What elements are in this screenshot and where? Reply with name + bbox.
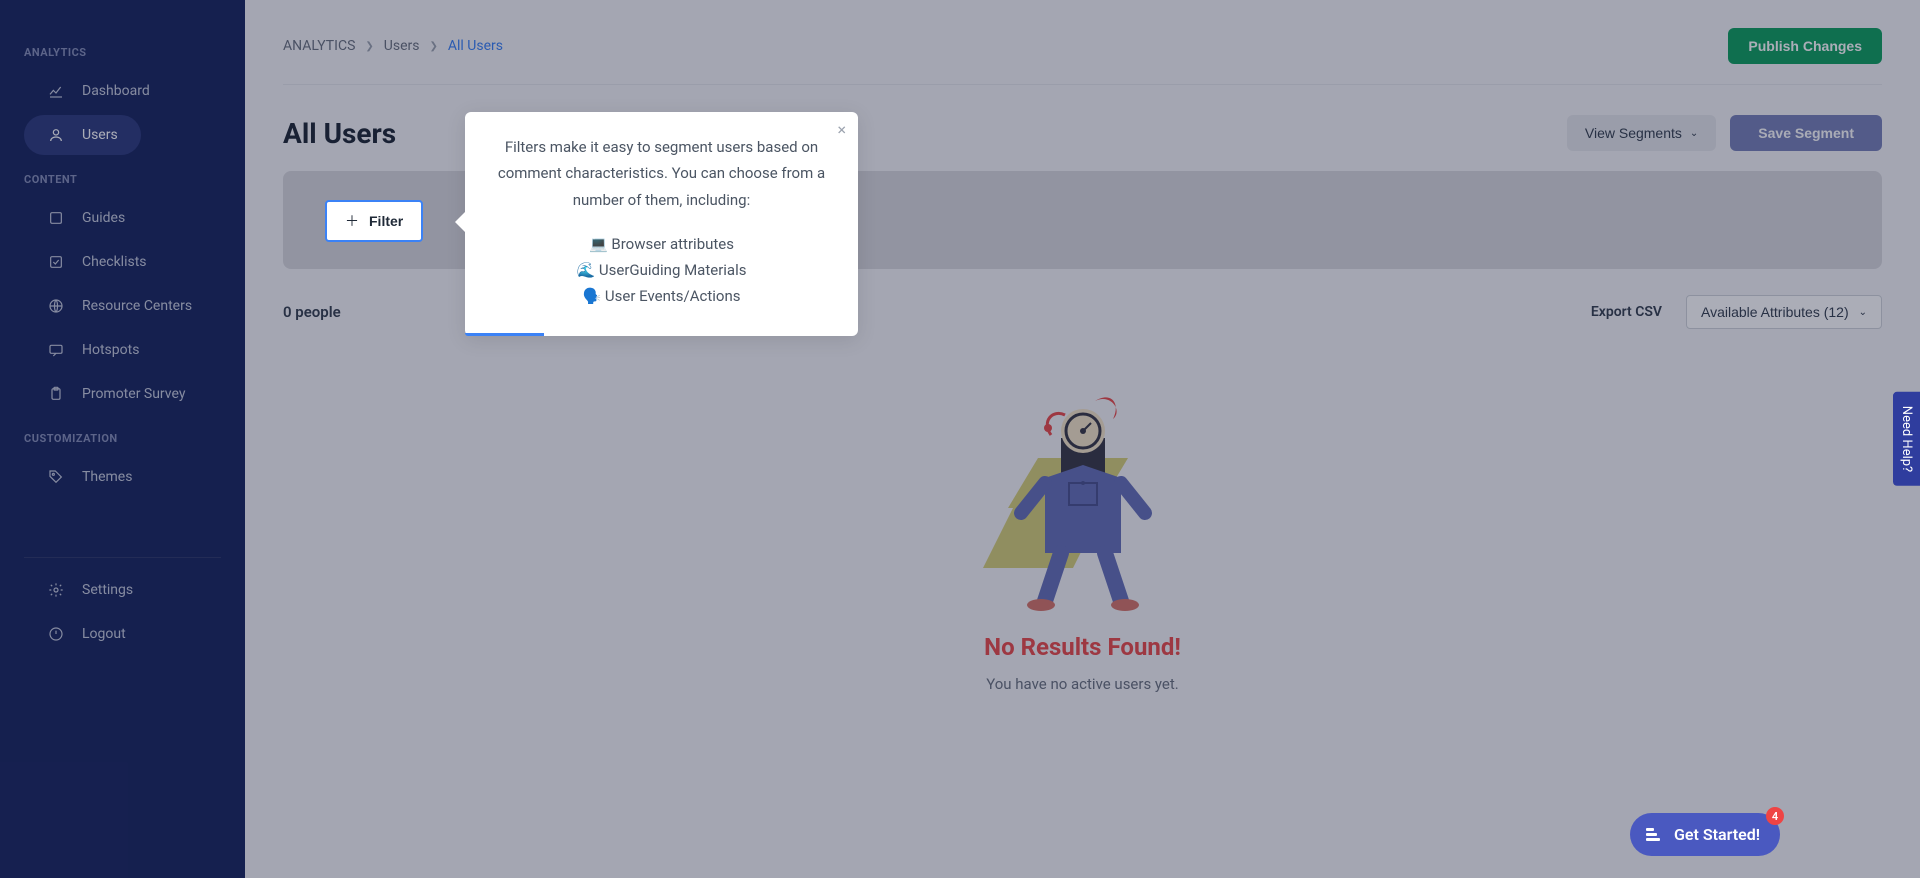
- get-started-button[interactable]: Get Started! 4: [1630, 813, 1780, 856]
- filter-label: Filter: [369, 213, 403, 229]
- get-started-label: Get Started!: [1674, 825, 1760, 844]
- onboarding-tooltip: × Filters make it easy to segment users …: [465, 112, 858, 336]
- plus-icon: ＋: [345, 211, 359, 231]
- filter-button-highlight: ＋ Filter: [325, 200, 423, 242]
- close-icon[interactable]: ×: [837, 120, 846, 139]
- need-help-tab[interactable]: Need Help?: [1893, 392, 1920, 486]
- notification-badge: 4: [1766, 807, 1784, 825]
- tooltip-item-3: 🗣️ User Events/Actions: [489, 283, 834, 309]
- tooltip-text: Filters make it easy to segment users ba…: [489, 134, 834, 213]
- checklist-icon: [1646, 828, 1660, 841]
- tooltip-item-2: 🌊 UserGuiding Materials: [489, 257, 834, 283]
- tooltip-progress: [465, 333, 544, 336]
- add-filter-button[interactable]: ＋ Filter: [325, 200, 423, 242]
- tooltip-item-1: 💻 Browser attributes: [489, 231, 834, 257]
- modal-overlay[interactable]: [0, 0, 1920, 878]
